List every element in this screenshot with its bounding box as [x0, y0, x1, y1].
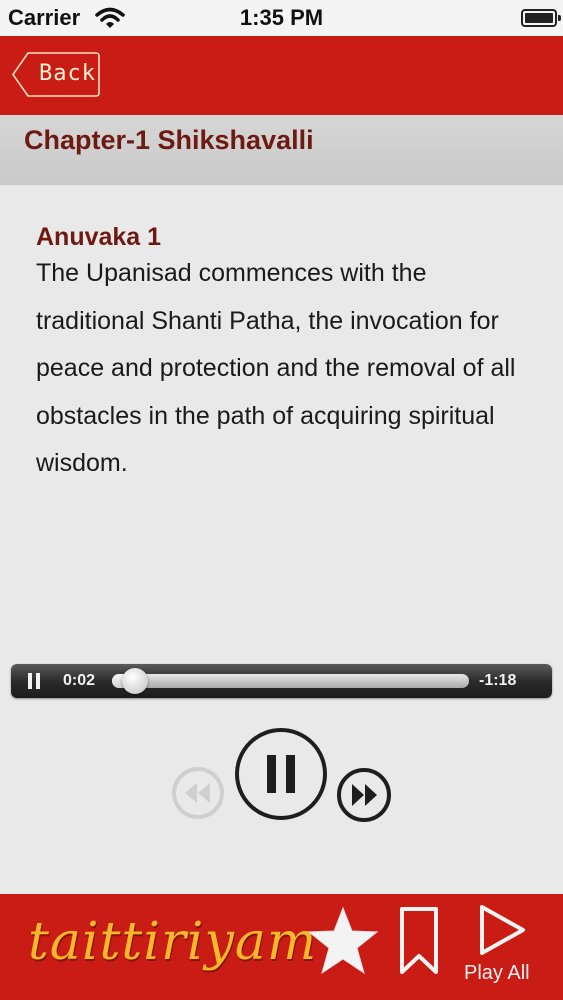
section-heading: Anuvaka 1 — [36, 223, 162, 251]
star-icon[interactable] — [306, 904, 380, 978]
chapter-title: Chapter-1 Shikshavalli — [24, 125, 314, 155]
nav-bar: Back — [0, 36, 563, 115]
section-content: Anuvaka 1 The Upanisad commences with th… — [36, 222, 536, 488]
status-bar: Carrier 1:35 PM — [0, 0, 563, 36]
rewind-button[interactable] — [171, 766, 225, 820]
rewind-icon — [172, 767, 224, 819]
time-elapsed: 0:02 — [63, 672, 96, 689]
progress-track[interactable] — [112, 674, 469, 688]
status-time: 1:35 PM — [239, 5, 324, 30]
chapter-header: Chapter-1 Shikshavalli — [0, 115, 563, 185]
back-button[interactable]: Back — [12, 52, 100, 97]
pause-button[interactable] — [234, 727, 328, 821]
section-body: The Upanisad commences with the traditio… — [36, 259, 516, 477]
time-remaining: -1:18 — [479, 672, 517, 689]
pause-icon — [235, 728, 327, 820]
audio-scrubber-bar: 0:02 -1:18 — [11, 664, 552, 698]
play-all-label: Play All — [464, 962, 530, 984]
fast-forward-button[interactable] — [336, 767, 392, 823]
progress-thumb[interactable] — [121, 668, 148, 694]
pause-icon[interactable] — [27, 673, 41, 689]
battery-icon — [521, 9, 561, 27]
brand-logo: taittiriyam — [28, 912, 318, 972]
back-label: Back — [39, 61, 96, 86]
play-icon — [480, 905, 525, 955]
bottom-toolbar: taittiriyam Play All — [0, 894, 563, 1000]
play-all-button[interactable]: Play All — [460, 902, 544, 992]
fast-forward-icon — [337, 768, 391, 822]
bookmark-icon[interactable] — [398, 906, 440, 976]
